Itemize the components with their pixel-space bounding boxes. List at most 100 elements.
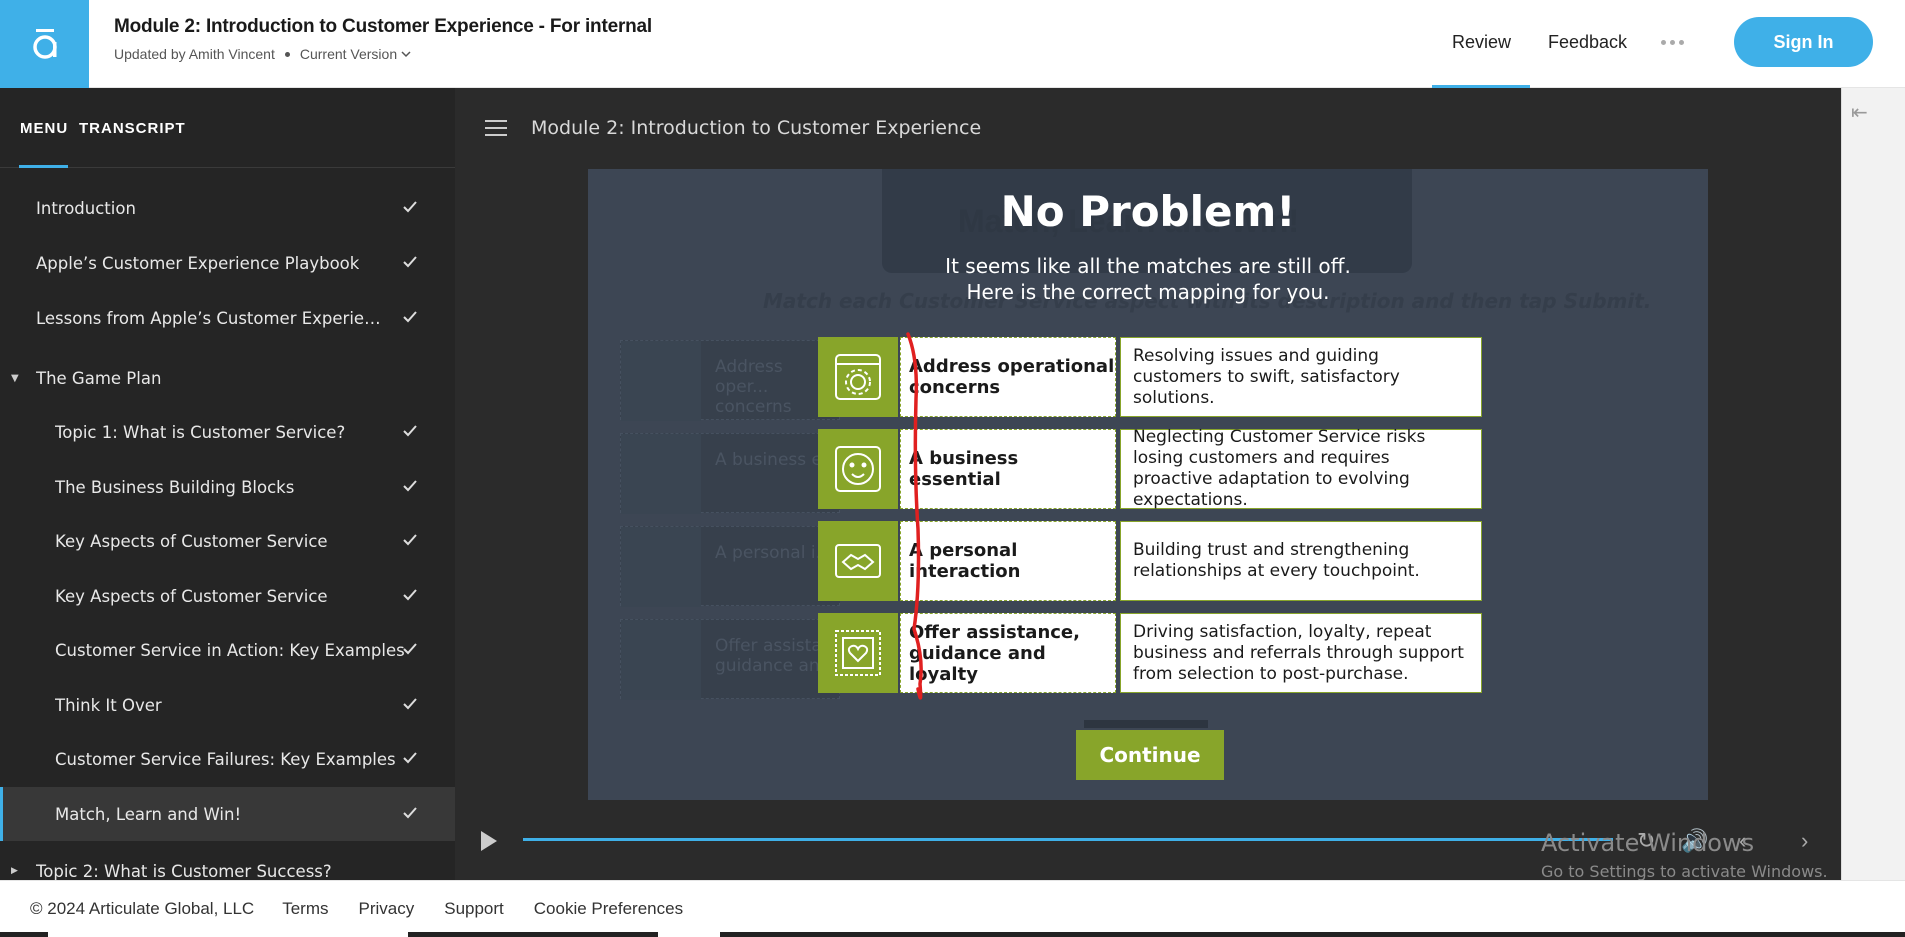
sidebar-item-key-aspects-1[interactable]: Key Aspects of Customer Service [0, 514, 455, 568]
heart-frame-icon [818, 613, 898, 693]
sidebar-item-think-it-over[interactable]: Think It Over [0, 678, 455, 732]
articulate-logo[interactable] [0, 0, 89, 88]
match-term: Address operational concerns [900, 337, 1116, 417]
updated-by: Updated by Amith Vincent [114, 46, 275, 62]
bottom-scroll-strip [0, 932, 1905, 937]
match-row-2: A business essential Neglecting Customer… [818, 427, 1482, 510]
check-icon [403, 311, 417, 323]
more-options-icon[interactable] [1661, 40, 1684, 45]
gear-icon [818, 337, 898, 417]
version-label: Current Version [299, 46, 398, 62]
footer-link-terms[interactable]: Terms [282, 899, 328, 919]
sidebar-item-label: Key Aspects of Customer Service [55, 586, 328, 606]
slide-canvas: Match, Learn and Win! Match each Custome… [588, 169, 1708, 800]
tab-menu[interactable]: MENU [20, 120, 68, 137]
collapse-panel-icon[interactable]: ⇤ [1851, 100, 1868, 125]
check-icon [403, 201, 417, 213]
sidebar-tabs: MENU TRANSCRIPT [0, 88, 455, 168]
continue-button[interactable]: Continue [1076, 730, 1224, 780]
copyright: © 2024 Articulate Global, LLC [30, 899, 255, 918]
sidebar-item-label: Customer Service Failures: Key Examples [55, 749, 396, 769]
right-panel-strip [1841, 88, 1905, 880]
bg-match-row: Address oper... concerns [620, 340, 840, 421]
sidebar-section-topic2[interactable]: ▶ Topic 2: What is Customer Success? [0, 844, 455, 881]
check-icon [403, 752, 417, 764]
next-slide-icon[interactable]: › [1801, 828, 1808, 854]
sidebar-item-key-aspects-2[interactable]: Key Aspects of Customer Service [0, 569, 455, 623]
course-meta: Updated by Amith Vincent Current Version [114, 46, 652, 62]
sidebar-item-label: Topic 2: What is Customer Success? [36, 861, 332, 881]
footer-link-privacy[interactable]: Privacy [359, 899, 415, 919]
sidebar-item-label: Customer Service in Action: Key Examples [55, 640, 405, 660]
sidebar-item-label: Introduction [36, 198, 136, 218]
feedback-message: It seems like all the matches are still … [588, 253, 1708, 305]
logo-icon [32, 29, 57, 59]
feedback-line-1: It seems like all the matches are still … [945, 254, 1351, 278]
sidebar-item-label: Apple’s Customer Experience Playbook [36, 253, 360, 273]
main-topbar: Module 2: Introduction to Customer Exper… [455, 88, 1841, 168]
review-link[interactable]: Review [1452, 32, 1511, 53]
sidebar-item-building-blocks[interactable]: The Business Building Blocks [0, 460, 455, 514]
sign-in-button[interactable]: Sign In [1734, 17, 1873, 67]
match-description: Driving satisfaction, loyalty, repeat bu… [1120, 613, 1482, 693]
course-sidebar: MENU TRANSCRIPT Introduction Apple’s Cus… [0, 88, 455, 880]
match-term: A personal interaction [900, 521, 1116, 601]
caret-down-icon: ▼ [11, 372, 19, 384]
match-description: Building trust and strengthening relatio… [1120, 521, 1482, 601]
page-footer: © 2024 Articulate Global, LLC Terms Priv… [0, 880, 1905, 937]
windows-watermark-title: Activate Windows [1541, 829, 1755, 857]
sidebar-item-match-learn-win[interactable]: Match, Learn and Win! [0, 787, 455, 841]
sidebar-item-label: Topic 1: What is Customer Service? [55, 422, 346, 442]
sidebar-item-apple-lessons[interactable]: Lessons from Apple’s Customer Experienc.… [0, 291, 455, 345]
windows-watermark-subtitle: Go to Settings to activate Windows. [1541, 862, 1828, 881]
sidebar-item-cs-in-action[interactable]: Customer Service in Action: Key Examples [0, 623, 455, 677]
play-icon[interactable] [479, 830, 499, 852]
check-icon [403, 643, 417, 655]
match-row-4: Offer assistance, guidance and loyalty D… [818, 613, 1482, 693]
check-icon [403, 589, 417, 601]
feedback-link[interactable]: Feedback [1548, 32, 1627, 53]
menu-hamburger-icon[interactable] [485, 120, 507, 136]
sidebar-item-label: Think It Over [55, 695, 162, 715]
bg-row-label: A personal i... [715, 543, 832, 563]
check-icon [403, 807, 417, 819]
smiley-face-icon [818, 429, 898, 509]
match-term: A business essential [900, 429, 1116, 509]
top-header: Module 2: Introduction to Customer Exper… [0, 0, 1905, 88]
check-icon [403, 698, 417, 710]
tab-transcript[interactable]: TRANSCRIPT [79, 120, 186, 137]
title-block: Module 2: Introduction to Customer Exper… [114, 16, 652, 62]
sidebar-item-label: Match, Learn and Win! [55, 804, 242, 824]
match-description: Resolving issues and guiding customers t… [1120, 337, 1482, 417]
check-icon [403, 480, 417, 492]
bg-match-row: A business e... [620, 433, 840, 514]
caret-right-icon: ▶ [11, 866, 18, 876]
footer-link-support[interactable]: Support [444, 899, 504, 919]
footer-link-cookies[interactable]: Cookie Preferences [534, 899, 683, 919]
module-title: Module 2: Introduction to Customer Exper… [531, 117, 982, 139]
tab-active-indicator [19, 165, 68, 168]
chevron-down-icon [401, 50, 411, 57]
sidebar-item-cs-failures[interactable]: Customer Service Failures: Key Examples [0, 732, 455, 786]
sidebar-item-introduction[interactable]: Introduction [0, 181, 455, 235]
match-term: Offer assistance, guidance and loyalty [900, 613, 1116, 693]
sidebar-item-label: The Game Plan [36, 368, 162, 388]
sidebar-item-label: Key Aspects of Customer Service [55, 531, 328, 551]
feedback-line-2: Here is the correct mapping for you. [966, 280, 1330, 304]
sidebar-item-label: Lessons from Apple’s Customer Experienc.… [36, 308, 386, 328]
separator-dot [284, 51, 290, 57]
sidebar-item-topic1[interactable]: Topic 1: What is Customer Service? [0, 405, 455, 459]
seek-bar[interactable] [523, 838, 1613, 841]
sidebar-item-apple-playbook[interactable]: Apple’s Customer Experience Playbook [0, 236, 455, 290]
feedback-title: No Problem! [1000, 187, 1296, 236]
match-row-1: Address operational concerns Resolving i… [818, 337, 1482, 417]
check-icon [403, 256, 417, 268]
course-title: Module 2: Introduction to Customer Exper… [114, 16, 652, 37]
version-dropdown[interactable]: Current Version [300, 46, 411, 62]
sidebar-item-label: The Business Building Blocks [55, 477, 295, 497]
bg-match-row: Offer assista... guidance an... [620, 619, 840, 700]
sidebar-section-game-plan[interactable]: ▼ The Game Plan [0, 351, 455, 405]
bg-button-shadow [1084, 720, 1208, 728]
bg-match-row: A personal i... [620, 526, 840, 607]
match-description: Neglecting Customer Service risks losing… [1120, 427, 1482, 510]
